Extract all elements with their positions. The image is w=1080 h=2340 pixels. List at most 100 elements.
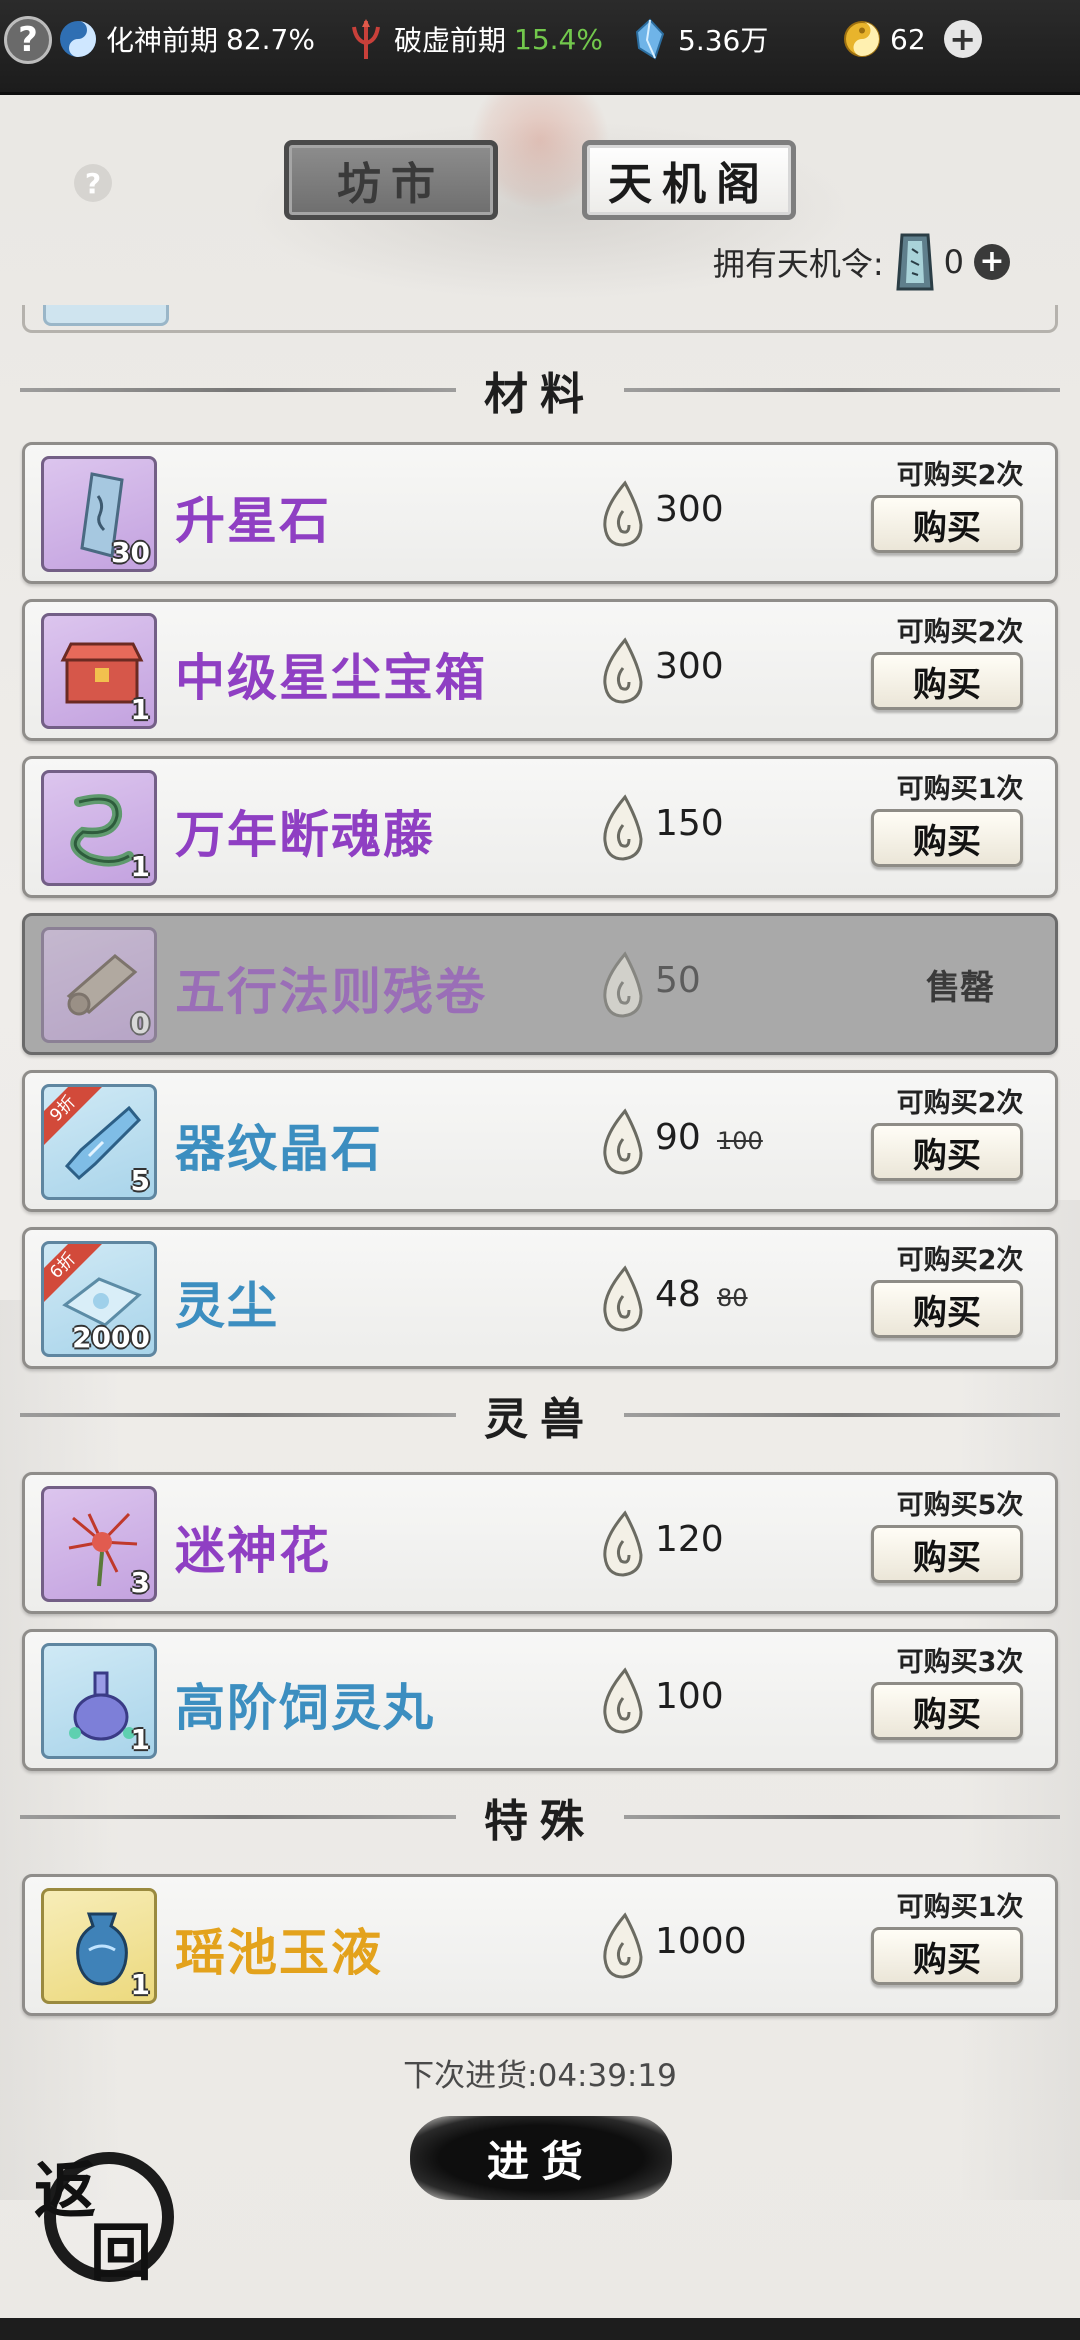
item-name: 升星石	[175, 492, 331, 550]
item-price: 300	[655, 489, 724, 530]
buy-button[interactable]: 购买	[871, 1682, 1023, 1740]
breakthrough-label: 破虚前期	[394, 24, 507, 57]
token-count: 0	[943, 243, 964, 281]
item-quantity: 0	[130, 1007, 150, 1040]
back-button-char: 返	[34, 2154, 97, 2227]
shop-item-row: 0 五行法则残卷 50 售罄	[22, 913, 1058, 1055]
item-thumbnail[interactable]: 0	[41, 927, 157, 1043]
item-name: 迷神花	[175, 1522, 331, 1580]
item-thumbnail[interactable]: 1	[41, 613, 157, 729]
item-thumbnail[interactable]: 6折 2000	[41, 1241, 157, 1357]
back-button-char: 回	[90, 2216, 153, 2289]
item-price: 50	[655, 960, 701, 1001]
item-quantity: 2000	[72, 1321, 150, 1354]
shop-item-row: 1 万年断魂藤 150 可购买1次 购买	[22, 756, 1058, 898]
breakthrough-value: 15.4%	[514, 22, 603, 56]
spirit-drop-icon	[595, 479, 647, 549]
item-quantity: 30	[111, 536, 150, 569]
tab-market[interactable]: 坊市	[284, 140, 498, 220]
cultivation-stat[interactable]: 化神前期 82.7%	[56, 14, 315, 64]
divider	[624, 1815, 1060, 1819]
spirit-stone-stat[interactable]: 5.36万	[628, 14, 768, 64]
divider	[20, 1413, 456, 1417]
token-label: 拥有天机令:	[712, 245, 884, 283]
purchase-limit: 可购买2次	[896, 1245, 1024, 1276]
buy-button[interactable]: 购买	[871, 652, 1023, 710]
section-title: 材料	[484, 369, 596, 420]
buy-button[interactable]: 购买	[871, 1280, 1023, 1338]
original-price: 100	[717, 1127, 763, 1155]
original-price: 80	[717, 1284, 748, 1312]
buy-button[interactable]: 购买	[871, 495, 1023, 553]
breakthrough-stat[interactable]: 破虚前期 15.4%	[344, 14, 603, 64]
item-name: 灵尘	[175, 1277, 279, 1335]
shop-item-row: 30 升星石 300 可购买2次 购买	[22, 442, 1058, 584]
section-spirit-beasts: 灵兽	[20, 1387, 1060, 1445]
buy-button[interactable]: 购买	[871, 1525, 1023, 1583]
help-button[interactable]: ?	[4, 16, 52, 64]
item-name: 五行法则残卷	[175, 963, 487, 1021]
shop-item-row: 1 瑶池玉液 1000 可购买1次 购买	[22, 1874, 1058, 2016]
tab-tianji-pavilion[interactable]: 天机阁	[582, 140, 796, 220]
shop-item-row: 9折 5 器纹晶石 90 100 可购买2次 购买	[22, 1070, 1058, 1212]
section-title: 特殊	[484, 1796, 596, 1847]
purchase-limit: 可购买3次	[896, 1647, 1024, 1678]
item-thumbnail[interactable]: 1	[41, 1643, 157, 1759]
purchase-limit: 可购买2次	[896, 460, 1024, 491]
item-name: 器纹晶石	[175, 1120, 383, 1178]
crystal-icon	[628, 17, 672, 61]
section-special: 特殊	[20, 1789, 1060, 1847]
purchase-limit: 可购买1次	[896, 1892, 1024, 1923]
item-quantity: 1	[130, 693, 150, 726]
buy-button[interactable]: 购买	[871, 1123, 1023, 1181]
item-thumbnail[interactable]: 30	[41, 456, 157, 572]
jade-value: 62	[890, 22, 926, 56]
item-name: 中级星尘宝箱	[175, 649, 487, 707]
item-name: 瑶池玉液	[175, 1924, 383, 1982]
item-price: 48	[655, 1274, 701, 1315]
divider	[20, 388, 456, 392]
add-token-button[interactable]: +	[974, 244, 1010, 280]
spirit-drop-icon	[595, 636, 647, 706]
spirit-drop-icon	[595, 793, 647, 863]
item-price: 1000	[655, 1921, 747, 1962]
status-bar: ? 化神前期 82.7% 破虚前期 15.4% 5.36万 62 +	[0, 0, 1080, 95]
restock-button[interactable]: 进货	[410, 2116, 672, 2200]
item-thumbnail[interactable]: 9折 5	[41, 1084, 157, 1200]
buy-button[interactable]: 购买	[871, 809, 1023, 867]
purchase-limit: 可购买2次	[896, 1088, 1024, 1119]
shop-item-row: 6折 2000 灵尘 48 80 可购买2次 购买	[22, 1227, 1058, 1369]
purchase-limit: 可购买2次	[896, 617, 1024, 648]
item-quantity: 1	[130, 1723, 150, 1756]
gold-jade-icon	[840, 17, 884, 61]
cultivation-label: 化神前期	[106, 24, 219, 57]
spirit-drop-icon	[595, 1666, 647, 1736]
add-jade-button[interactable]: +	[943, 20, 982, 58]
cultivation-value: 82.7%	[226, 22, 315, 56]
purchase-limit: 可购买1次	[896, 774, 1024, 805]
item-name: 高阶饲灵丸	[175, 1679, 435, 1737]
scrolled-item-peek	[43, 305, 169, 326]
section-title: 灵兽	[484, 1394, 596, 1445]
trident-icon	[344, 17, 388, 61]
spirit-drop-icon	[595, 1107, 647, 1177]
item-price: 100	[655, 1676, 724, 1717]
item-thumbnail[interactable]: 1	[41, 1888, 157, 2004]
item-quantity: 1	[130, 1968, 150, 2001]
item-thumbnail[interactable]: 3	[41, 1486, 157, 1602]
jade-stat[interactable]: 62 +	[840, 14, 982, 64]
shop-item-row: 3 迷神花 120 可购买5次 购买	[22, 1472, 1058, 1614]
item-price: 120	[655, 1519, 724, 1560]
buy-button[interactable]: 购买	[871, 1927, 1023, 1985]
shop-help-button[interactable]: ?	[74, 164, 112, 202]
restock-timer: 下次进货:04:39:19	[403, 2058, 677, 2094]
item-thumbnail[interactable]: 1	[41, 770, 157, 886]
shop-item-row: 1 中级星尘宝箱 300 可购买2次 购买	[22, 599, 1058, 741]
divider	[624, 388, 1060, 392]
item-price: 300	[655, 646, 724, 687]
tianji-token-icon	[894, 231, 936, 293]
section-materials: 材料	[20, 362, 1060, 420]
back-button[interactable]: 返 回	[28, 2140, 178, 2290]
item-quantity: 1	[130, 850, 150, 883]
token-balance: 拥有天机令: 0 +	[713, 230, 1010, 294]
